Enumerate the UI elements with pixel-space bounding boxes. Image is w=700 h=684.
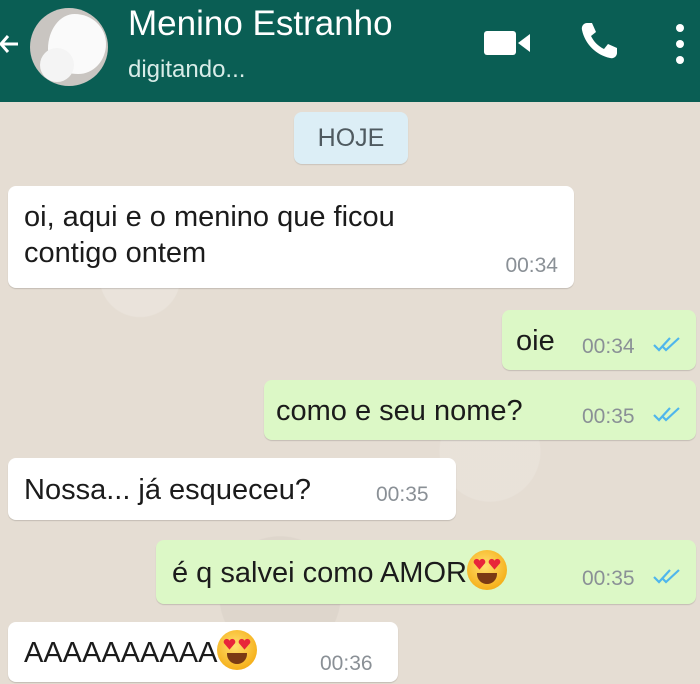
message-bubble-incoming[interactable]: oi, aqui e o menino que ficou contigo on… <box>8 186 574 288</box>
heart-eyes-emoji-icon <box>466 550 507 591</box>
message-text: é q salvei como AMOR <box>172 550 507 591</box>
message-text: AAAAAAAAAA <box>24 630 258 671</box>
message-text-content: é q salvei como AMOR <box>172 557 467 589</box>
video-call-icon[interactable] <box>482 28 532 58</box>
read-receipt-icon <box>653 407 680 422</box>
message-time: 00:36 <box>320 652 373 675</box>
message-text: oi, aqui e o menino que ficou <box>24 201 395 233</box>
message-text-content: AAAAAAAAAA <box>24 637 218 669</box>
message-time: 00:35 <box>376 483 429 506</box>
message-time: 00:35 <box>582 567 635 590</box>
message-time: 00:34 <box>582 335 635 358</box>
more-options-icon[interactable] <box>672 22 688 66</box>
read-receipt-icon <box>653 337 680 352</box>
typing-status: digitando... <box>128 56 246 83</box>
contact-avatar[interactable] <box>30 8 108 86</box>
contact-name[interactable]: Menino Estranho <box>128 4 393 44</box>
phone-call-icon[interactable] <box>578 20 620 62</box>
message-text: contigo ontem <box>24 237 207 269</box>
message-bubble-outgoing[interactable]: oie 00:34 <box>502 310 696 370</box>
message-text: Nossa... já esqueceu? <box>24 474 311 506</box>
date-separator: HOJE <box>294 112 408 164</box>
message-bubble-outgoing[interactable]: é q salvei como AMOR 00:35 <box>156 540 696 604</box>
message-bubble-incoming[interactable]: Nossa... já esqueceu? 00:35 <box>8 458 456 520</box>
back-arrow-icon[interactable] <box>0 26 22 62</box>
message-bubble-incoming[interactable]: AAAAAAAAAA 00:36 <box>8 622 398 682</box>
message-text: oie <box>516 325 555 357</box>
heart-eyes-emoji-icon <box>217 630 258 671</box>
message-text: como e seu nome? <box>276 395 523 427</box>
message-time: 00:34 <box>505 254 558 277</box>
message-time: 00:35 <box>582 405 635 428</box>
message-bubble-outgoing[interactable]: como e seu nome? 00:35 <box>264 380 696 440</box>
chat-header: Menino Estranho digitando... <box>0 0 700 102</box>
read-receipt-icon <box>653 569 680 584</box>
